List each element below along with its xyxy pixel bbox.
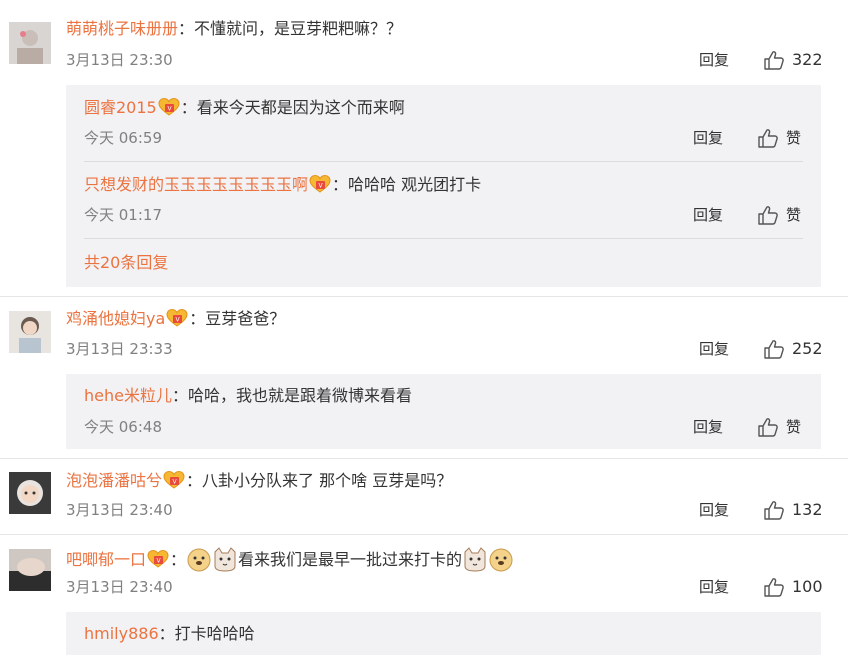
reply-text: 打卡哈哈哈 xyxy=(174,624,255,643)
avatar[interactable] xyxy=(9,311,51,353)
separator: ： xyxy=(186,471,203,490)
like-count: 252 xyxy=(792,339,823,358)
separator: ： xyxy=(171,386,188,405)
reply-text: 哈哈，我也就是跟着微博来看看 xyxy=(188,386,413,405)
comment-text: 看来我们是最早一批过来打卡的 xyxy=(238,550,463,569)
comment-line: 吧唧郁一口 ： 看来我们是最早一批过来打卡的 xyxy=(66,546,514,572)
username-link[interactable]: 泡泡潘潘咕兮 xyxy=(66,471,162,490)
like-button[interactable]: 赞 xyxy=(757,128,801,148)
comment-time: 3月13日 23:30 xyxy=(66,51,173,69)
like-count: 322 xyxy=(792,50,823,69)
divider xyxy=(0,458,848,459)
reply-button[interactable]: 回复 xyxy=(699,50,729,70)
username-link[interactable]: 圆睿2015 xyxy=(84,98,157,117)
like-label: 赞 xyxy=(786,418,802,436)
comment-line: 泡泡潘潘咕兮 ：八卦小分队来了 那个啥 豆芽是吗？ xyxy=(66,470,452,491)
reply-button[interactable]: 回复 xyxy=(699,577,729,597)
comment-time: 3月13日 23:33 xyxy=(66,340,173,358)
reply-time: 今天 06:48 xyxy=(84,418,162,436)
doge-emoji-icon xyxy=(489,548,513,572)
cat-emoji-icon xyxy=(214,547,236,572)
separator: ： xyxy=(178,19,195,38)
reply-button[interactable]: 回复 xyxy=(699,500,729,520)
like-label: 赞 xyxy=(786,129,802,147)
avatar[interactable] xyxy=(9,549,51,591)
avatar[interactable] xyxy=(9,472,51,514)
like-button[interactable]: 252 xyxy=(763,339,823,359)
divider xyxy=(84,238,803,239)
cat-emoji-icon xyxy=(464,547,486,572)
reply-list: 圆睿2015 ：看来今天都是因为这个而来啊 今天 06:59 回复 赞 只想发财的… xyxy=(66,85,821,287)
comment-text: 不懂就问，是豆芽粑粑嘛？？ xyxy=(194,19,403,38)
username-link[interactable]: 吧唧郁一口 xyxy=(66,550,146,569)
username-link[interactable]: 萌萌桃子味册册 xyxy=(66,19,178,38)
separator: ： xyxy=(170,550,187,569)
divider xyxy=(84,161,803,162)
like-button[interactable]: 赞 xyxy=(757,205,801,225)
separator: ： xyxy=(189,309,206,328)
like-button[interactable]: 132 xyxy=(763,500,823,520)
separator: ： xyxy=(332,175,349,194)
reply-button[interactable]: 回复 xyxy=(699,339,729,359)
comment-line: 萌萌桃子味册册：不懂就问，是豆芽粑粑嘛？？ xyxy=(66,19,402,39)
comment-time: 3月13日 23:40 xyxy=(66,501,173,519)
thumbs-up-icon xyxy=(763,339,785,359)
comment-text: 豆芽爸爸？ xyxy=(205,309,286,328)
comment-time: 3月13日 23:40 xyxy=(66,578,173,596)
member-badge-icon xyxy=(158,97,180,117)
reply-time: 今天 06:59 xyxy=(84,129,162,147)
member-badge-icon xyxy=(163,470,185,490)
reply-button[interactable]: 回复 xyxy=(693,417,723,437)
username-link[interactable]: 只想发财的玉玉玉玉玉玉玉玉啊 xyxy=(84,175,308,194)
username-link[interactable]: 鸡涌他媳妇ya xyxy=(66,309,165,328)
doge-emoji-icon xyxy=(187,548,211,572)
reply-time: 今天 01:17 xyxy=(84,206,162,224)
like-label: 赞 xyxy=(786,206,802,224)
reply-line: hehe米粒儿：哈哈，我也就是跟着微博来看看 xyxy=(84,386,412,406)
thumbs-up-icon xyxy=(763,577,785,597)
reply-line: 圆睿2015 ：看来今天都是因为这个而来啊 xyxy=(84,97,405,118)
username-link[interactable]: hmily886 xyxy=(84,624,159,643)
like-button[interactable]: 赞 xyxy=(757,417,801,437)
reply-line: hmily886：打卡哈哈哈 xyxy=(84,624,255,644)
reply-text: 哈哈哈 观光团打卡 xyxy=(348,175,482,194)
separator: ： xyxy=(180,98,197,117)
like-count: 132 xyxy=(792,500,823,519)
reply-list: hehe米粒儿：哈哈，我也就是跟着微博来看看 今天 06:48 回复 赞 xyxy=(66,374,821,449)
thumbs-up-icon xyxy=(763,500,785,520)
member-badge-icon xyxy=(147,549,169,569)
thumbs-up-icon xyxy=(757,128,779,148)
reply-text: 看来今天都是因为这个而来啊 xyxy=(196,98,405,117)
comment-text: 八卦小分队来了 那个啥 豆芽是吗？ xyxy=(202,471,453,490)
like-count: 100 xyxy=(792,577,823,596)
reply-list: hmily886：打卡哈哈哈 xyxy=(66,612,821,655)
avatar[interactable] xyxy=(9,22,51,64)
reply-button[interactable]: 回复 xyxy=(693,128,723,148)
thumbs-up-icon xyxy=(757,417,779,437)
separator: ： xyxy=(158,624,175,643)
like-button[interactable]: 322 xyxy=(763,50,823,70)
divider xyxy=(0,534,848,535)
thumbs-up-icon xyxy=(757,205,779,225)
member-badge-icon xyxy=(166,308,188,328)
like-button[interactable]: 100 xyxy=(763,577,823,597)
comment-line: 鸡涌他媳妇ya ：豆芽爸爸？ xyxy=(66,308,285,329)
thumbs-up-icon xyxy=(763,50,785,70)
reply-line: 只想发财的玉玉玉玉玉玉玉玉啊 ：哈哈哈 观光团打卡 xyxy=(84,174,481,195)
more-replies-link[interactable]: 共20条回复 xyxy=(84,253,168,273)
reply-button[interactable]: 回复 xyxy=(693,205,723,225)
member-badge-icon xyxy=(309,174,331,194)
username-link[interactable]: hehe米粒儿 xyxy=(84,386,172,405)
divider xyxy=(0,296,848,297)
